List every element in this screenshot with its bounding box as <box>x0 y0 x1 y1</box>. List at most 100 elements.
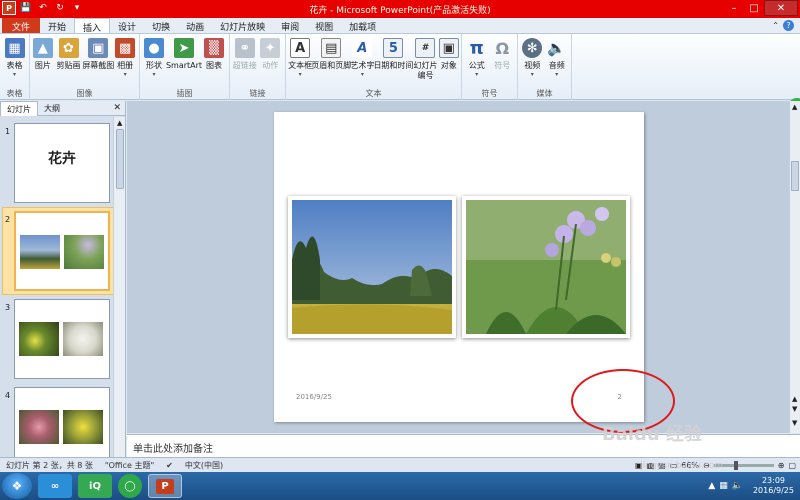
tab-slides[interactable]: 幻灯片 <box>0 100 38 116</box>
group-label-symbols: 符号 <box>481 89 498 98</box>
window-controls: – □ ✕ <box>724 0 798 16</box>
tab-insert[interactable]: 插入 <box>74 18 111 34</box>
pane-tabs: 幻灯片 大纲 ✕ <box>0 100 125 116</box>
system-clock[interactable]: 23:09 2016/9/25 <box>753 476 794 496</box>
spellcheck-icon[interactable]: ✔ <box>160 461 179 470</box>
slide-thumb-row-3[interactable]: 3 <box>0 295 114 383</box>
slide-thumbnail[interactable] <box>14 299 110 379</box>
group-media: ✻ 视频 ▾ 🔈 音频 ▾ 媒体 <box>518 34 572 100</box>
close-button[interactable]: ✕ <box>764 0 798 16</box>
slide-date-footer[interactable]: 2016/9/25 <box>296 393 332 401</box>
slide-thumb-row-1[interactable]: 1 花卉 <box>0 119 114 207</box>
tab-home[interactable]: 开始 <box>40 18 74 33</box>
screenshot-icon: ▣ <box>88 38 109 58</box>
group-label-images: 图像 <box>76 89 93 98</box>
scrollbar-thumb[interactable] <box>791 161 799 191</box>
tab-review[interactable]: 审阅 <box>273 18 307 33</box>
action-icon: ✦ <box>260 38 281 58</box>
group-images: ▲ 图片 ✿ 剪贴画 ▣ 屏幕截图 ▩ 相册 ▾ 图像 <box>30 34 140 100</box>
tab-transitions[interactable]: 切换 <box>144 18 178 33</box>
tray-volume-icon[interactable]: 🔈 <box>732 481 743 491</box>
group-label-illustrations: 插图 <box>176 89 193 98</box>
group-label-links: 链接 <box>249 89 266 98</box>
taskbar-app-browser[interactable]: ∞ <box>38 474 72 498</box>
tab-outline[interactable]: 大纲 <box>38 101 66 116</box>
canvas-scrollbar[interactable]: ▲ ▲ ▼ ▼ <box>789 101 800 433</box>
header-footer-icon: ▤ <box>321 38 342 58</box>
dropdown-arrow-icon: ▾ <box>475 71 479 78</box>
tab-view[interactable]: 视图 <box>307 18 341 33</box>
ribbon-minimize-icon[interactable]: ⌃ <box>772 21 779 30</box>
slide-count-status: 幻灯片 第 2 张，共 8 张 <box>6 460 93 470</box>
ribbon-tabs: 文件 开始 插入 设计 切换 动画 幻灯片放映 审阅 视图 加载项 ⌃ ? <box>0 18 800 34</box>
taskbar-app-video[interactable]: iQ <box>78 474 112 498</box>
close-pane-icon[interactable]: ✕ <box>113 103 121 113</box>
theme-status: "Office 主题" <box>104 460 155 470</box>
ribbon: ▦ 表格 ▾ 表格 ▲ 图片 ✿ 剪贴画 ▣ 屏幕截图 ▩ 相册 ▾ 图像 ● … <box>0 34 800 116</box>
dropdown-arrow-icon: ▾ <box>555 71 559 78</box>
group-symbols: π 公式 ▾ Ω 符号 符号 <box>462 34 518 100</box>
group-label-text: 文本 <box>365 89 382 98</box>
scroll-next-slide-icon[interactable]: ▼ <box>792 405 797 413</box>
zoom-in-icon[interactable]: ⊕ <box>778 461 785 470</box>
thumbnails-scrollbar[interactable]: ▲ <box>113 117 125 457</box>
group-label-tables: 表格 <box>6 89 23 98</box>
tab-file[interactable]: 文件 <box>2 18 41 33</box>
language-status[interactable]: 中文(中国) <box>179 460 229 471</box>
wordart-icon: A <box>352 38 373 58</box>
scroll-down-icon[interactable]: ▼ <box>792 419 797 427</box>
scroll-up-icon[interactable]: ▲ <box>792 103 797 111</box>
taskbar-app-360[interactable]: ◯ <box>118 474 142 498</box>
scroll-up-icon[interactable]: ▲ <box>117 119 122 127</box>
dropdown-arrow-icon: ▾ <box>152 71 156 78</box>
thumbnail-photo <box>19 322 59 356</box>
thumbnail-photo <box>20 235 60 269</box>
maximize-button[interactable]: □ <box>744 0 764 16</box>
slide-thumbnail-selected[interactable] <box>14 211 110 291</box>
scroll-prev-slide-icon[interactable]: ▲ <box>792 395 797 403</box>
baidu-watermark-url: jingyan.baidu.com <box>640 461 724 471</box>
slide-number-label: 4 <box>5 391 11 400</box>
minimize-button[interactable]: – <box>724 0 744 16</box>
photo-frame-landscape[interactable] <box>288 196 456 338</box>
clipart-icon: ✿ <box>58 38 79 58</box>
windows-taskbar: ❖ ∞ iQ ◯ P ▲ ▦ 🔈 23:09 2016/9/25 <box>0 472 800 500</box>
slide-thumbnail[interactable] <box>14 387 110 457</box>
photo-frame-flowers[interactable] <box>462 196 630 338</box>
landscape-photo <box>292 200 452 334</box>
tray-show-hidden-icon[interactable]: ▲ <box>708 481 715 491</box>
start-button[interactable]: ❖ <box>2 473 32 499</box>
thumbnail-photo <box>19 410 59 444</box>
fit-to-window-icon[interactable]: ▢ <box>788 461 796 470</box>
help-icon[interactable]: ? <box>783 20 794 31</box>
thumbnail-photo <box>63 410 103 444</box>
pi-icon: π <box>469 37 484 59</box>
current-slide[interactable]: 2016/9/25 2 <box>274 112 644 422</box>
slide-number-label: 2 <box>5 215 11 224</box>
window-title: 花卉 - Microsoft PowerPoint(产品激活失败) <box>309 6 491 16</box>
slide-number-label: 1 <box>5 127 11 136</box>
scrollbar-thumb[interactable] <box>116 129 124 189</box>
thumbnail-photo <box>63 322 103 356</box>
tab-addins[interactable]: 加载项 <box>341 18 384 33</box>
tray-network-icon[interactable]: ▦ <box>719 481 728 491</box>
taskbar-app-powerpoint[interactable]: P <box>148 474 182 498</box>
bar-chart-icon: ▒ <box>204 38 224 58</box>
film-reel-icon: ✻ <box>522 38 543 58</box>
slide-thumb-row-2[interactable]: 2 <box>0 207 114 295</box>
photo-album-icon: ▩ <box>115 38 136 58</box>
title-bar: P 💾 ↶ ↻ ▾ 花卉 - Microsoft PowerPoint(产品激活… <box>0 0 800 18</box>
group-tables: ▦ 表格 ▾ 表格 <box>0 34 30 100</box>
slide-thumbnails: 1 花卉 2 3 4 <box>0 117 114 457</box>
notes-placeholder[interactable]: 单击此处添加备注 <box>133 440 213 455</box>
picture-icon: ▲ <box>32 38 53 58</box>
slide-thumb-row-4[interactable]: 4 <box>0 383 114 457</box>
dropdown-arrow-icon: ▾ <box>12 71 16 78</box>
tab-design[interactable]: 设计 <box>110 18 144 33</box>
object-icon: ▣ <box>438 38 459 58</box>
system-tray: ▲ ▦ 🔈 23:09 2016/9/25 <box>708 476 800 496</box>
slide-thumbnail[interactable]: 花卉 <box>14 123 110 203</box>
zoom-slider-knob[interactable] <box>733 460 738 470</box>
tab-slideshow[interactable]: 幻灯片放映 <box>212 18 273 33</box>
tab-animations[interactable]: 动画 <box>178 18 212 33</box>
